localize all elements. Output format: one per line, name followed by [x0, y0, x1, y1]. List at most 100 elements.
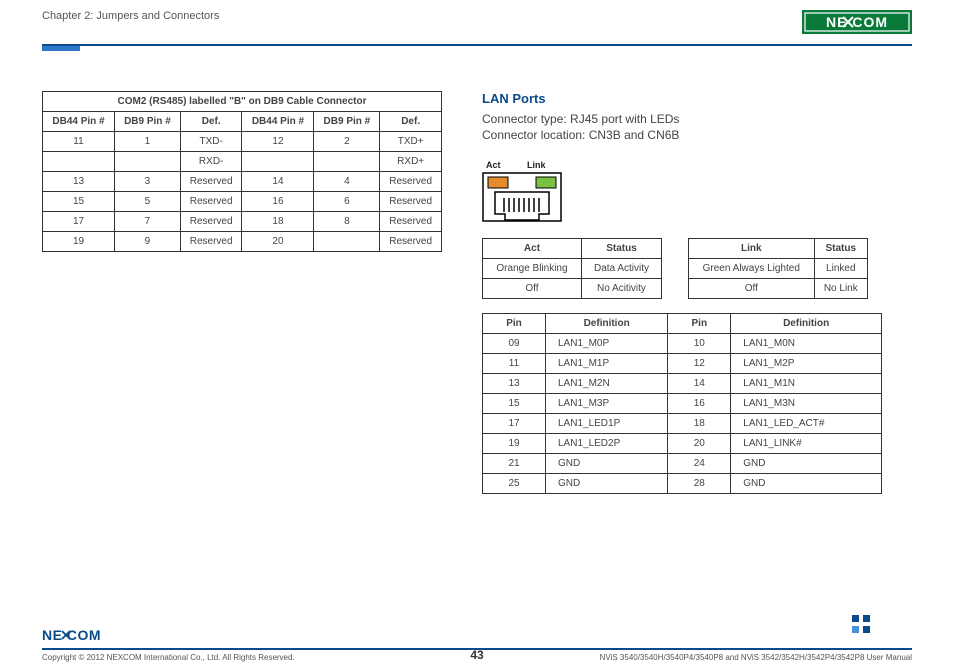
table-cell: 20: [242, 232, 314, 252]
table-cell: [115, 152, 181, 172]
th: Definition: [731, 314, 882, 334]
table-cell: 09: [483, 334, 546, 354]
th: Def.: [380, 112, 442, 132]
table-cell: LAN1_M0P: [546, 334, 668, 354]
table-row: RXD- RXD+: [43, 152, 442, 172]
table-cell: RXD-: [180, 152, 242, 172]
th: DB44 Pin #: [242, 112, 314, 132]
table-cell: GND: [546, 474, 668, 494]
table-cell: 19: [483, 434, 546, 454]
table-cell: Reserved: [380, 192, 442, 212]
table-cell: GND: [731, 454, 882, 474]
table-row: 15LAN1_M3P16LAN1_M3N: [483, 394, 882, 414]
table-cell: 6: [314, 192, 380, 212]
table-cell: 19: [43, 232, 115, 252]
chapter-title: Chapter 2: Jumpers and Connectors: [42, 10, 219, 22]
table-cell: TXD+: [380, 132, 442, 152]
table-cell: LAN1_M3N: [731, 394, 882, 414]
table-cell: GND: [546, 454, 668, 474]
table-cell: LAN1_M3P: [546, 394, 668, 414]
com2-table: COM2 (RS485) labelled "B" on DB9 Cable C…: [42, 91, 442, 252]
table-cell: 24: [668, 454, 731, 474]
connector-type: Connector type: RJ45 port with LEDs: [482, 112, 912, 126]
table-cell: 14: [242, 172, 314, 192]
footer-tiles-icon: [852, 615, 870, 636]
table-cell: Linked: [814, 259, 867, 279]
table-cell: LAN1_M2N: [546, 374, 668, 394]
table-cell: Off: [689, 279, 815, 299]
table-cell: 13: [43, 172, 115, 192]
table-cell: 15: [483, 394, 546, 414]
table-cell: LAN1_LINK#: [731, 434, 882, 454]
th: Status: [814, 239, 867, 259]
brand-logo-bottom: NE COM: [42, 627, 912, 646]
table-cell: Reserved: [180, 172, 242, 192]
rj45-labels: Act Link: [482, 160, 912, 170]
table-cell: 2: [314, 132, 380, 152]
table-cell: 21: [483, 454, 546, 474]
table-cell: 7: [115, 212, 181, 232]
table-cell: LAN1_M2P: [731, 354, 882, 374]
table-row: 17LAN1_LED1P18LAN1_LED_ACT#: [483, 414, 882, 434]
table-cell: 13: [483, 374, 546, 394]
table-row: 11LAN1_M1P12LAN1_M2P: [483, 354, 882, 374]
table-cell: LAN1_M1P: [546, 354, 668, 374]
table-row: 155Reserved166Reserved: [43, 192, 442, 212]
th: Definition: [546, 314, 668, 334]
table-row: OffNo Link: [689, 279, 868, 299]
table-cell: LAN1_LED2P: [546, 434, 668, 454]
table-cell: Reserved: [180, 212, 242, 232]
table-row: 199Reserved20Reserved: [43, 232, 442, 252]
table-cell: 16: [668, 394, 731, 414]
table-cell: No Link: [814, 279, 867, 299]
table-cell: Reserved: [380, 232, 442, 252]
table-cell: LAN1_M0N: [731, 334, 882, 354]
table-cell: LAN1_M1N: [731, 374, 882, 394]
table-row: 13LAN1_M2N14LAN1_M1N: [483, 374, 882, 394]
table-row: 133Reserved144Reserved: [43, 172, 442, 192]
doc-title: NViS 3540/3540H/3540P4/3540P8 and NViS 3…: [600, 653, 912, 662]
table-cell: 28: [668, 474, 731, 494]
svg-text:NE COM: NE COM: [42, 627, 101, 643]
com2-table-title: COM2 (RS485) labelled "B" on DB9 Cable C…: [43, 92, 442, 112]
table-cell: 8: [314, 212, 380, 232]
table-cell: LAN1_LED1P: [546, 414, 668, 434]
table-cell: 12: [242, 132, 314, 152]
table-cell: 4: [314, 172, 380, 192]
table-row: 19LAN1_LED2P20LAN1_LINK#: [483, 434, 882, 454]
table-row: 25GND28GND: [483, 474, 882, 494]
table-cell: TXD-: [180, 132, 242, 152]
copyright-text: Copyright © 2012 NEXCOM International Co…: [42, 653, 295, 662]
table-cell: GND: [731, 474, 882, 494]
table-cell: 25: [483, 474, 546, 494]
table-cell: 10: [668, 334, 731, 354]
table-cell: 17: [483, 414, 546, 434]
table-cell: LAN1_LED_ACT#: [731, 414, 882, 434]
th: Def.: [180, 112, 242, 132]
table-row: 09LAN1_M0P10LAN1_M0N: [483, 334, 882, 354]
pin-definition-table: Pin Definition Pin Definition 09LAN1_M0P…: [482, 313, 882, 494]
th: DB9 Pin #: [115, 112, 181, 132]
th: Status: [581, 239, 661, 259]
brand-logo-top: NE COM: [802, 10, 912, 34]
th: Pin: [668, 314, 731, 334]
th: Act: [483, 239, 582, 259]
table-cell: [314, 152, 380, 172]
table-cell: 1: [115, 132, 181, 152]
table-cell: 16: [242, 192, 314, 212]
table-cell: 18: [242, 212, 314, 232]
page-number: 43: [470, 648, 483, 662]
table-cell: 11: [43, 132, 115, 152]
table-cell: 12: [668, 354, 731, 374]
table-row: 21GND24GND: [483, 454, 882, 474]
table-cell: [242, 152, 314, 172]
table-cell: Reserved: [380, 212, 442, 232]
table-row: OffNo Acitivity: [483, 279, 662, 299]
link-status-table: Link Status Green Always LightedLinkedOf…: [688, 238, 868, 299]
table-cell: Reserved: [380, 172, 442, 192]
table-row: 111TXD-122TXD+: [43, 132, 442, 152]
table-cell: RXD+: [380, 152, 442, 172]
table-cell: [43, 152, 115, 172]
table-cell: 20: [668, 434, 731, 454]
table-cell: 11: [483, 354, 546, 374]
